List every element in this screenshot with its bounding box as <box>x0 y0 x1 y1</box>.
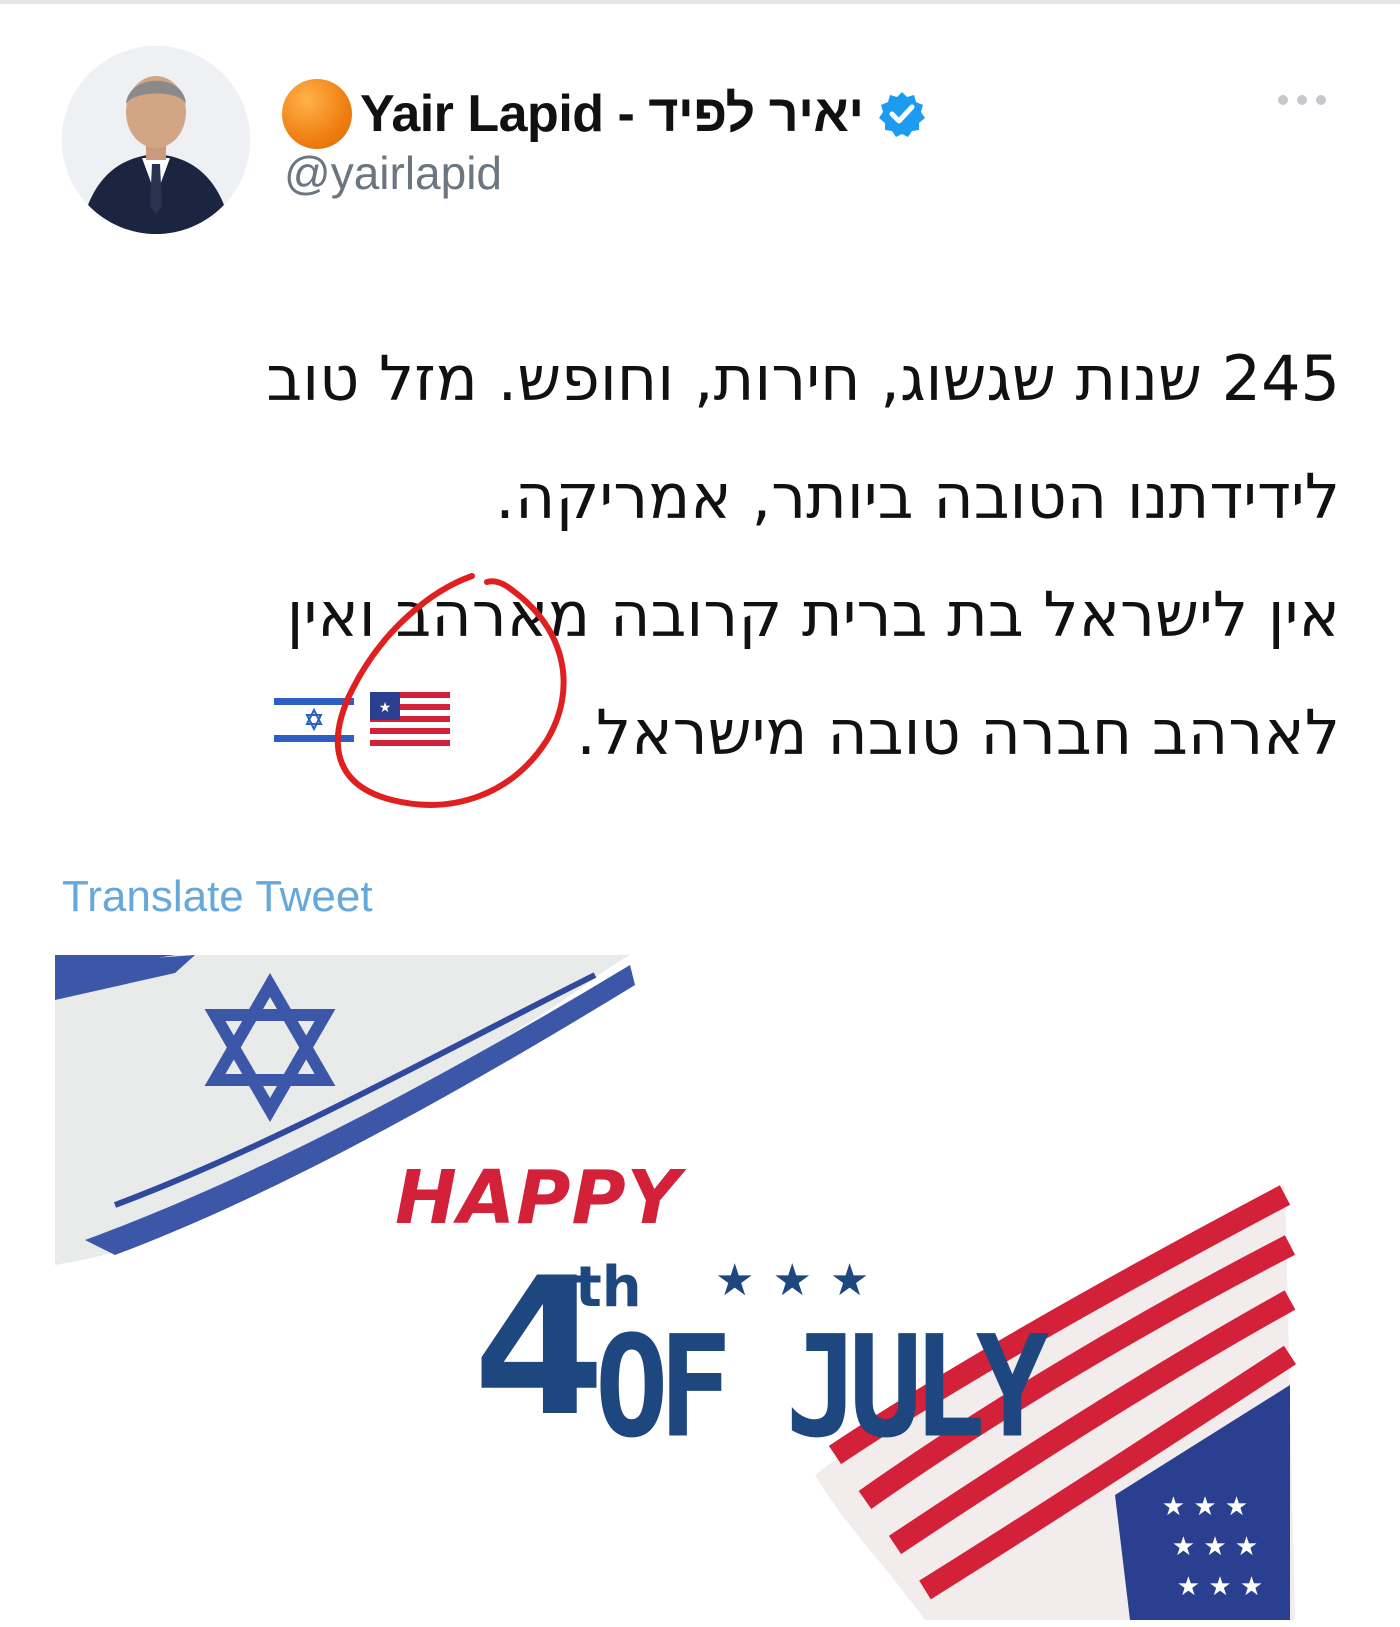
tweet-line: 245 שנות שגשוג, חירות, וחופש. מזל טוב <box>266 342 1340 415</box>
tweet-line: לידידתנו הטובה ביותר, אמריקה. <box>495 460 1340 533</box>
top-divider <box>0 0 1400 4</box>
israel-flag-icon <box>274 692 354 748</box>
profile-photo <box>62 46 250 234</box>
svg-text:★ ★ ★: ★ ★ ★ <box>1177 1572 1263 1602</box>
media-stars: ★★★ <box>715 1256 888 1305</box>
media-of-july-text: OF JULY <box>595 1305 1049 1469</box>
svg-text:★: ★ <box>379 700 392 716</box>
tweet-media-image[interactable]: ★ ★ ★ ★ ★ ★ ★ ★ ★ HAPPY 4 th ★★★ OF JULY <box>55 955 1345 1620</box>
display-name[interactable]: Yair Lapid - יאיר לפיד <box>360 84 864 144</box>
orange-circle-emoji-icon <box>282 79 352 149</box>
svg-text:★ ★ ★: ★ ★ ★ <box>1162 1492 1248 1522</box>
verified-badge-icon <box>878 92 925 137</box>
author-handle[interactable]: @yairlapid <box>284 146 502 200</box>
media-happy-text: HAPPY <box>395 1155 682 1241</box>
hero-flags-artwork: ★ ★ ★ ★ ★ ★ ★ ★ ★ <box>55 955 1297 1620</box>
avatar[interactable] <box>62 46 250 234</box>
us-flag-icon: ★ <box>370 692 450 748</box>
svg-text:★ ★ ★: ★ ★ ★ <box>1172 1532 1258 1562</box>
more-options-icon[interactable] <box>1278 92 1338 116</box>
translate-tweet-link[interactable]: Translate Tweet <box>62 872 373 922</box>
author-name-row: Yair Lapid - יאיר לפיד <box>282 72 926 156</box>
tweet-line: אין לישראל בת ברית קרובה מארהב ואין <box>286 578 1340 651</box>
